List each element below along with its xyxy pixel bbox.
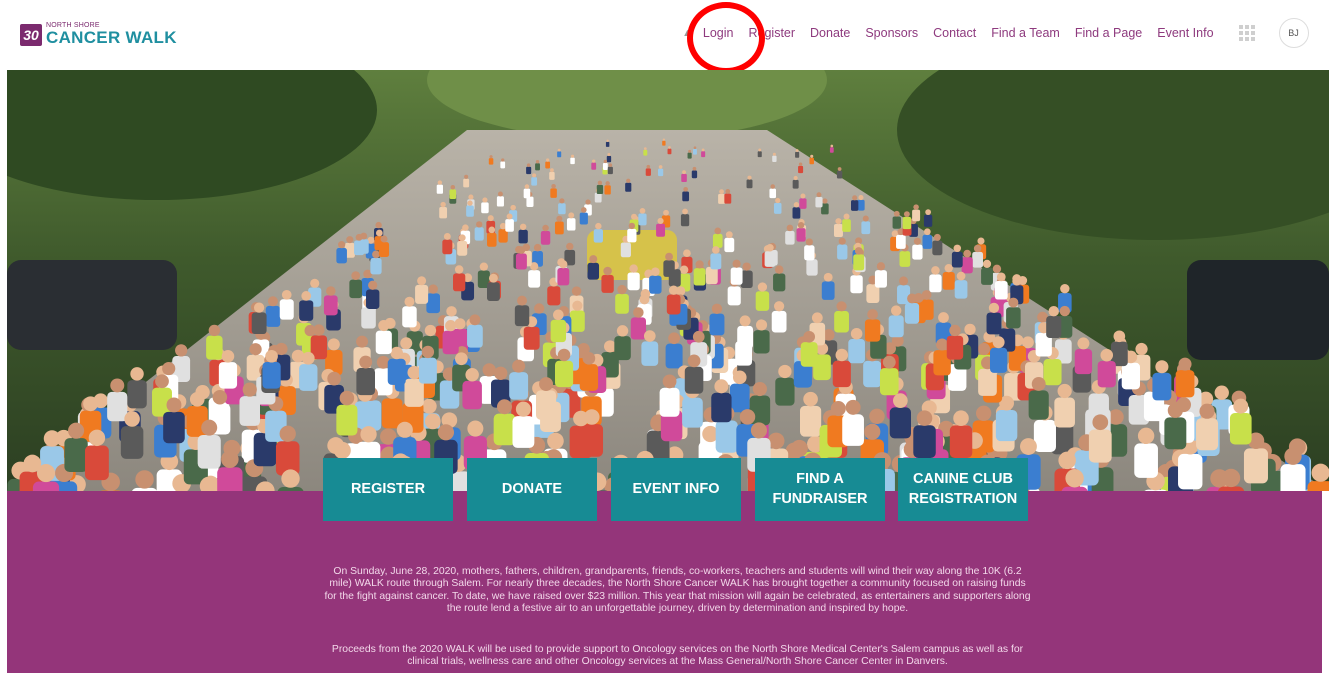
logo-title: CANCER WALK <box>46 28 177 47</box>
highlight-circle <box>687 2 765 74</box>
canine-club-registration-button[interactable]: CANINE CLUB REGISTRATION <box>898 458 1028 521</box>
nav-find-a-team[interactable]: Find a Team <box>991 26 1060 40</box>
nav-donate[interactable]: Donate <box>810 26 850 40</box>
proceeds-paragraph: Proceeds from the 2020 WALK will be used… <box>331 644 1024 668</box>
hero-image <box>7 70 1329 491</box>
site-logo[interactable]: 30 NORTH SHORE CANCER WALK <box>20 22 177 46</box>
find-a-fundraiser-button[interactable]: FIND A FUNDRAISER <box>755 458 885 521</box>
nav-find-a-page[interactable]: Find a Page <box>1075 26 1142 40</box>
hero-crowd-illustration <box>7 70 1329 491</box>
register-button[interactable]: REGISTER <box>323 458 453 521</box>
event-info-button[interactable]: EVENT INFO <box>611 458 741 521</box>
apps-grid-icon[interactable] <box>1238 25 1255 41</box>
nav-event-info[interactable]: Event Info <box>1157 26 1213 40</box>
site-header: 30 NORTH SHORE CANCER WALK ▲ Login Regis… <box>0 0 1329 70</box>
donate-button[interactable]: DONATE <box>467 458 597 521</box>
main-nav: ▲ Login Register Donate Sponsors Contact… <box>682 18 1309 48</box>
nav-sponsors[interactable]: Sponsors <box>865 26 918 40</box>
user-avatar[interactable]: BJ <box>1278 18 1309 48</box>
intro-paragraph: On Sunday, June 28, 2020, mothers, fathe… <box>324 566 1031 614</box>
logo-badge: 30 <box>20 24 42 46</box>
nav-contact[interactable]: Contact <box>933 26 976 40</box>
